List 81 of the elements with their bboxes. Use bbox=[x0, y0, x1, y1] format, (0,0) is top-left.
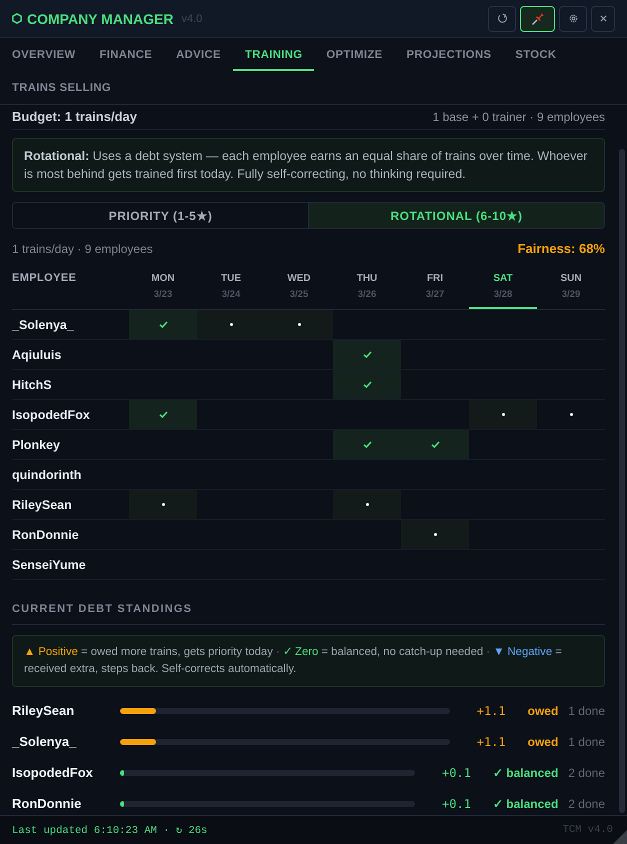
last-updated: Last updated 6:10:23 AM · ↻ 26s bbox=[12, 824, 208, 836]
debt-name: RileySean bbox=[12, 703, 76, 718]
refresh-button[interactable] bbox=[488, 6, 516, 32]
day-date: 3/29 bbox=[560, 289, 582, 300]
fairness-score: Fairness: 68% bbox=[518, 241, 605, 256]
debt-value: +0.1 bbox=[442, 766, 471, 780]
employee-name: SenseiYume bbox=[12, 550, 129, 580]
dot-icon bbox=[230, 322, 232, 326]
day-date: 3/27 bbox=[424, 289, 446, 300]
budget-detail: 1 base + 0 trainer · 9 employees bbox=[432, 110, 605, 124]
summary-text: 1 trains/day · 9 employees bbox=[12, 242, 153, 256]
check-icon bbox=[158, 410, 168, 418]
mode-description: Rotational: Uses a debt system — each employee earns an equal share of trains over time. Whoever is most behind gets trained first today. Fully self-correcting, no thinking required. bbox=[12, 138, 605, 192]
today-indicator bbox=[469, 307, 537, 309]
check-icon bbox=[158, 320, 168, 328]
debt-name: _Solenya_ bbox=[12, 734, 78, 749]
day-name: WED bbox=[286, 272, 312, 284]
close-button[interactable] bbox=[591, 6, 615, 32]
tab[interactable]: TRAINING bbox=[232, 38, 314, 71]
debt-status: ✓ balanced bbox=[492, 796, 558, 810]
check-icon bbox=[362, 440, 372, 448]
dot-icon bbox=[434, 532, 436, 536]
employee-name: HitchS bbox=[12, 370, 129, 400]
dot-icon bbox=[298, 322, 300, 326]
pin-icon bbox=[530, 12, 544, 26]
tab[interactable]: PROJECTIONS bbox=[394, 38, 504, 71]
day-name: THU bbox=[356, 272, 378, 284]
budget-label: Budget: 1 trains/day bbox=[12, 109, 137, 124]
employee-name: quindorinth bbox=[12, 460, 129, 490]
day-date: 3/25 bbox=[288, 289, 310, 300]
tab[interactable]: TRAINS SELLING bbox=[0, 71, 124, 104]
employee-name: RonDonnie bbox=[12, 520, 129, 550]
tab[interactable]: STOCK bbox=[503, 38, 568, 71]
app-title: COMPANY MANAGER bbox=[27, 10, 174, 26]
day-date: 3/28 bbox=[492, 289, 514, 300]
done-count: 1 done bbox=[568, 704, 605, 718]
pin-button[interactable] bbox=[520, 6, 555, 32]
done-count: 2 done bbox=[568, 766, 605, 780]
debt-name: RonDonnie bbox=[12, 796, 82, 811]
day-name: SUN bbox=[559, 272, 583, 284]
footer-version: TCM v4.0 bbox=[562, 824, 613, 836]
close-icon bbox=[600, 15, 606, 22]
dot-icon bbox=[162, 502, 164, 506]
check-icon bbox=[362, 350, 372, 358]
settings-button[interactable] bbox=[559, 6, 587, 32]
debt-status: owed bbox=[528, 734, 558, 748]
day-name: SAT bbox=[492, 272, 514, 284]
debt-status: owed bbox=[528, 704, 558, 718]
day-date: 3/24 bbox=[220, 289, 242, 300]
dot-icon bbox=[366, 502, 368, 506]
employee-name: Aqiuluis bbox=[12, 340, 129, 370]
day-name: MON bbox=[150, 272, 176, 284]
employee-name: Plonkey bbox=[12, 430, 129, 460]
dot-icon bbox=[570, 412, 572, 416]
done-count: 1 done bbox=[568, 734, 605, 748]
tab[interactable]: ADVICE bbox=[164, 38, 233, 71]
scrollbar-thumb[interactable] bbox=[619, 149, 625, 813]
tab[interactable]: FINANCE bbox=[87, 38, 164, 71]
day-name: FRI bbox=[426, 272, 444, 284]
debt-value: +0.1 bbox=[442, 796, 471, 810]
resize-grip-icon[interactable] bbox=[613, 830, 627, 844]
done-count: 2 done bbox=[568, 796, 605, 810]
day-date: 3/23 bbox=[152, 289, 174, 300]
debt-value: +1.1 bbox=[476, 734, 506, 748]
hexagon-icon bbox=[12, 13, 22, 24]
debt-status: ✓ balanced bbox=[492, 766, 558, 780]
section-heading: CURRENT DEBT STANDINGS bbox=[12, 602, 605, 625]
day-date: 3/26 bbox=[356, 289, 378, 300]
column-header: EMPLOYEE bbox=[12, 268, 129, 310]
mode-tab[interactable]: ROTATIONAL (6-10★) bbox=[308, 203, 604, 228]
dot-icon bbox=[502, 412, 504, 416]
tab[interactable]: OPTIMIZE bbox=[314, 38, 395, 71]
check-icon bbox=[430, 440, 440, 448]
refresh-icon bbox=[496, 13, 508, 24]
legend-box: ▲ Positive = owed more trains, gets priority today · ✓ Zero = balanced, no catch-up needed · ▼ Negative = received extra, steps back. Self-corrects automatically. bbox=[12, 635, 605, 687]
tab[interactable]: OVERVIEW bbox=[0, 38, 88, 71]
day-name: TUE bbox=[220, 272, 242, 284]
debt-name: IsopodedFox bbox=[12, 765, 94, 780]
settings-icon bbox=[568, 13, 578, 24]
check-icon bbox=[362, 380, 372, 388]
debt-value: +1.1 bbox=[476, 704, 506, 718]
